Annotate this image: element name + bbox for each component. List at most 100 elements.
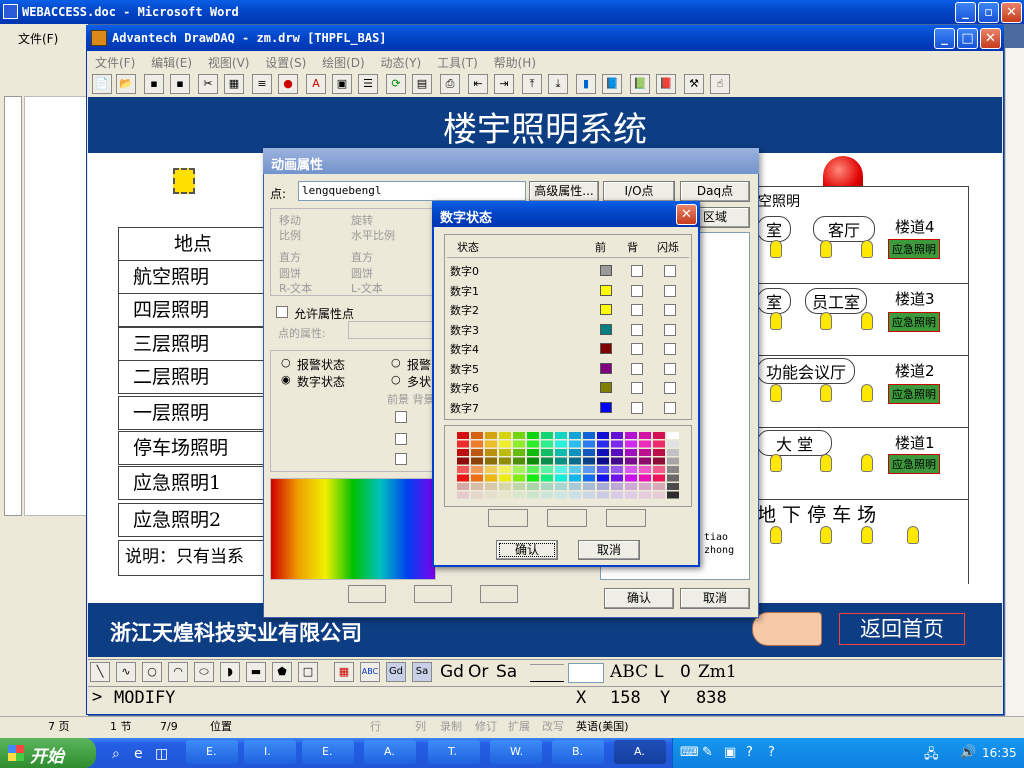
palette-cell[interactable] — [639, 474, 651, 482]
palette-cell[interactable] — [569, 457, 581, 465]
fg-color-swatch[interactable] — [600, 401, 612, 413]
stack-icon[interactable]: ☰ — [358, 74, 378, 94]
palette-cell[interactable] — [555, 466, 567, 473]
palette-cell[interactable] — [625, 466, 637, 473]
palette-cell[interactable] — [527, 440, 539, 448]
menu-draw[interactable]: 绘图(D) — [322, 56, 365, 70]
quicklaunch-app-icon[interactable]: ◫ — [155, 746, 168, 762]
opt-scale[interactable]: 比例 — [279, 227, 301, 243]
palette-cell[interactable] — [541, 466, 553, 473]
palette-cell[interactable] — [597, 432, 609, 439]
palette-cell[interactable] — [513, 449, 525, 456]
palette-cell[interactable] — [527, 449, 539, 456]
palette-cell[interactable] — [485, 483, 497, 490]
fg-color-swatch[interactable] — [600, 362, 612, 374]
fg-color-swatch[interactable] — [600, 284, 612, 296]
palette-cell[interactable] — [653, 466, 665, 473]
palette-cell[interactable] — [471, 466, 483, 473]
palette-cell[interactable] — [499, 440, 511, 448]
bg-checkbox[interactable] — [631, 323, 643, 336]
palette-cell[interactable] — [583, 440, 595, 448]
palette-cell[interactable] — [583, 457, 595, 465]
bg-checkbox[interactable] — [631, 265, 643, 277]
selected-bulb-icon[interactable] — [173, 168, 195, 194]
palette-cell[interactable] — [457, 457, 469, 465]
palette-cell[interactable] — [597, 491, 609, 499]
palette-cell[interactable] — [471, 491, 483, 499]
palette-cell[interactable] — [513, 440, 525, 448]
palette-cell[interactable] — [639, 440, 651, 448]
bg-checkbox[interactable] — [631, 382, 643, 394]
palette-cell[interactable] — [457, 440, 469, 448]
palette-cell[interactable] — [611, 432, 623, 439]
state-checkbox[interactable] — [395, 453, 407, 465]
grid-icon[interactable]: ▦ — [224, 74, 244, 94]
palette-cell[interactable] — [471, 449, 483, 456]
palette-cell[interactable] — [527, 474, 539, 482]
align-right-icon[interactable]: ⇥ — [494, 74, 514, 94]
drawdaq-close-button[interactable]: ✕ — [980, 28, 1001, 49]
palette-cell[interactable] — [471, 432, 483, 439]
taskbar-item[interactable]: E. — [186, 740, 238, 764]
anim-ok-button[interactable]: 确认 — [604, 588, 674, 609]
palette-cell[interactable] — [555, 474, 567, 482]
digital-close-button[interactable]: ✕ — [676, 204, 697, 225]
opt-hscale[interactable]: 水平比例 — [351, 227, 395, 243]
tray-help-icon[interactable]: ? — [746, 745, 753, 760]
pie-tool-icon[interactable]: ◗ — [220, 662, 240, 682]
line-style-icon[interactable]: ≡ — [252, 74, 272, 94]
taskbar-item[interactable]: T. — [428, 740, 480, 764]
palette-cell[interactable] — [499, 449, 511, 456]
tray-chat-icon[interactable]: ▣ — [724, 745, 736, 760]
palette-cell[interactable] — [569, 491, 581, 499]
alarm-state-radio-icon[interactable]: ○ — [281, 356, 291, 369]
opt-pie-1[interactable]: 圆饼 — [279, 265, 301, 281]
digital-state-radio-icon[interactable]: ◉ — [281, 373, 291, 386]
opt-rtext[interactable]: R-文本 — [279, 280, 312, 296]
drawdaq-minimize-button[interactable]: _ — [934, 28, 955, 49]
fg-color-swatch[interactable] — [600, 382, 612, 393]
bitmap-tool-icon[interactable]: ▦ — [334, 662, 354, 682]
menu-edit[interactable]: 编辑(E) — [151, 56, 192, 70]
back-home-button[interactable]: 返回首页 — [839, 613, 965, 645]
alarm-state-2-radio-icon[interactable]: ○ — [391, 356, 401, 369]
palette-cell[interactable] — [639, 491, 651, 499]
sa-tool[interactable]: Sa — [412, 662, 432, 682]
color-icon[interactable]: ● — [278, 74, 298, 94]
text-color-icon[interactable]: A — [306, 74, 326, 94]
bg-checkbox[interactable] — [631, 284, 643, 297]
anim-palette[interactable] — [270, 478, 436, 580]
book2-icon[interactable]: 📗 — [630, 74, 650, 94]
palette-cell[interactable] — [541, 491, 553, 499]
palette-cell[interactable] — [457, 466, 469, 473]
word-menu-file[interactable]: 文件(F) — [18, 30, 58, 47]
palette-cell[interactable] — [555, 449, 567, 456]
palette-cell[interactable] — [597, 457, 609, 465]
palette-cell[interactable] — [499, 432, 511, 439]
color-palette-grid[interactable] — [457, 432, 681, 502]
palette-cell[interactable] — [513, 466, 525, 473]
opt-pie-2[interactable]: 圆饼 — [351, 265, 373, 281]
taskbar-item[interactable]: A. — [364, 740, 416, 764]
palette-cell[interactable] — [569, 474, 581, 482]
blink-checkbox[interactable] — [664, 323, 676, 336]
palette-cell[interactable] — [653, 483, 665, 490]
palette-cell[interactable] — [513, 491, 525, 499]
word-restore-button[interactable]: ▫ — [978, 2, 999, 23]
palette-cell[interactable] — [583, 432, 595, 439]
palette-cell[interactable] — [611, 483, 623, 490]
palette-cell[interactable] — [499, 491, 511, 499]
gd-label[interactable]: Gd — [440, 662, 464, 682]
opt-bar-v[interactable]: 直方 — [279, 249, 301, 265]
palette-cell[interactable] — [471, 440, 483, 448]
palette-cell[interactable] — [485, 457, 497, 465]
state-checkbox[interactable] — [395, 411, 407, 423]
tray-network-icon[interactable]: 🖧 — [924, 745, 939, 767]
polygon-tool-icon[interactable]: ⬟ — [272, 662, 292, 682]
palette-cell[interactable] — [499, 474, 511, 482]
taskbar-item[interactable]: W. — [490, 740, 542, 764]
fg-color-swatch[interactable] — [600, 265, 612, 276]
taskbar-item[interactable]: I. — [244, 740, 296, 764]
palette-cell[interactable] — [527, 466, 539, 473]
sa-label[interactable]: Sa — [496, 662, 517, 682]
